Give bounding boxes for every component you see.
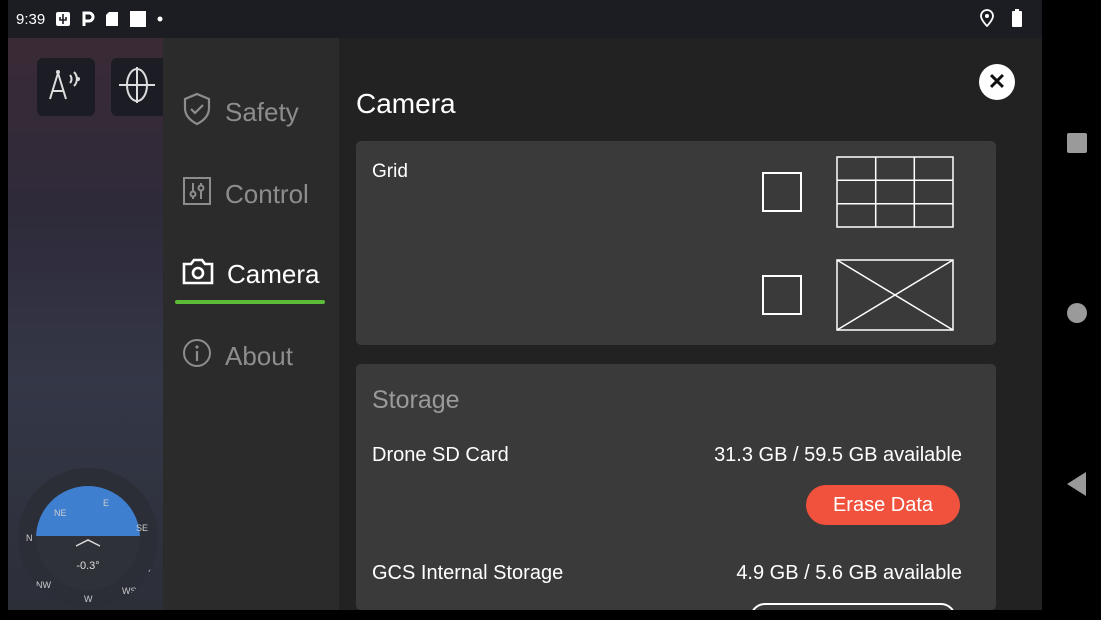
compass-label-e: E [103,498,110,508]
drone-sd-card-value: 31.3 GB / 59.5 GB available [714,444,962,466]
active-tab-indicator [175,300,325,304]
status-bar: 9:39 [8,0,1042,38]
shield-check-icon [181,92,213,133]
recents-button[interactable] [1066,132,1088,159]
sd-card-icon [105,11,119,27]
diagonal-cross-icon [836,259,954,336]
diagonal-cross-checkbox[interactable] [762,275,802,315]
camera-settings-panel: Camera ✕ Grid Storage Drone SD Card 31.3… [339,38,1042,610]
compass-label-nw: NW [36,580,51,590]
gcs-storage-button[interactable] [750,603,956,610]
storage-card: Storage Drone SD Card 31.3 GB / 59.5 GB … [356,364,996,610]
settings-sidebar: Safety Control Camera About [163,38,339,610]
attitude-readout: -0.3° [76,560,100,572]
sidebar-item-camera[interactable]: Camera [181,254,319,294]
compass-label-w: W [84,594,93,604]
compass-label-ws: WS [122,586,137,596]
erase-data-button[interactable]: Erase Data [806,485,960,525]
compass-label-se: SE [136,523,149,533]
attitude-compass: -0.3° N NE E SE S W NW WS [18,468,158,608]
system-navigation-bar [1042,0,1101,620]
close-icon: ✕ [987,69,1007,94]
gcs-storage-value: 4.9 GB / 5.6 GB available [736,562,962,584]
more-notifications-dot-icon [157,16,163,22]
sidebar-item-label: Safety [225,96,299,127]
grid-settings-card: Grid [356,141,996,345]
gimbal-icon [115,65,159,110]
sliders-icon [181,175,213,214]
back-button[interactable] [1066,471,1088,502]
sidebar-item-label: Camera [227,258,320,289]
sidebar-item-control[interactable]: Control [181,174,309,214]
sidebar-item-safety[interactable]: Safety [181,92,299,132]
gcs-storage-label: GCS Internal Storage [372,562,564,584]
storage-title: Storage [372,386,460,414]
compass-label-ne: NE [54,508,67,518]
sidebar-item-label: Control [225,178,309,209]
location-icon [980,9,994,31]
artificial-horizon [36,486,140,590]
page-title: Camera [356,88,456,119]
usb-icon [55,11,71,27]
grid-3x3-checkbox[interactable] [762,172,802,212]
grid-label: Grid [372,161,408,182]
notification-square-icon [129,10,147,28]
background-flight-view: -0.3° N NE E SE S W NW WS [8,38,163,610]
clipped-button-area [356,600,996,610]
camera-icon [181,256,215,293]
antenna-signal-icon [46,67,86,108]
compass-label-n: N [26,533,33,543]
compass-label-s: S [148,568,155,578]
info-icon [181,337,213,376]
drone-sd-card-label: Drone SD Card [372,444,509,466]
parking-icon [81,11,95,27]
antenna-signal-button[interactable] [37,58,95,116]
status-time: 9:39 [16,10,46,28]
home-button[interactable] [1066,302,1088,329]
sidebar-item-label: About [225,340,293,371]
gimbal-button[interactable] [111,58,163,116]
grid-3x3-icon [836,156,954,233]
sidebar-item-about[interactable]: About [181,336,293,376]
close-button[interactable]: ✕ [979,64,1015,100]
battery-icon [1012,9,1022,31]
